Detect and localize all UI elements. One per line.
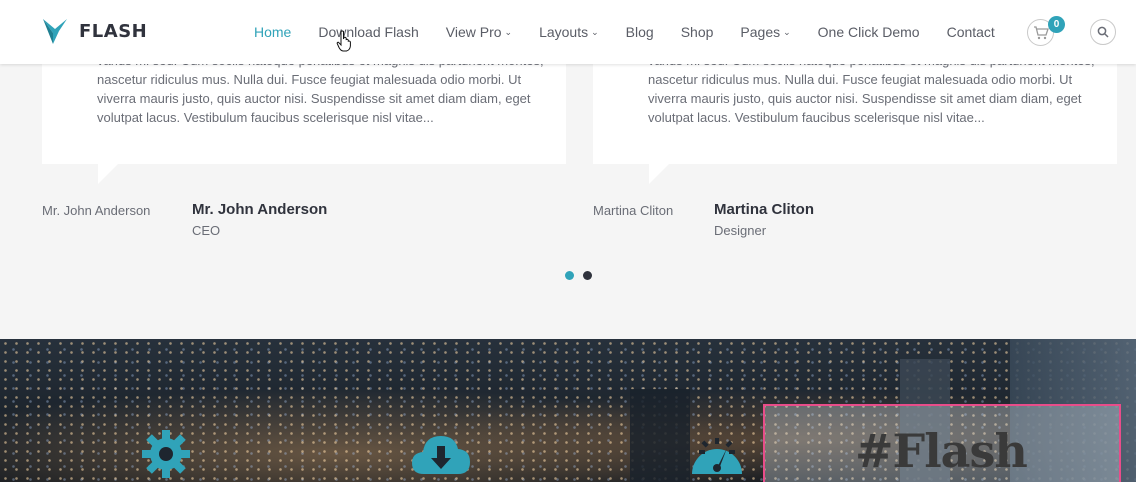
bird-logo-icon: [43, 19, 67, 44]
author-role: Designer: [714, 223, 767, 238]
author-avatar: Martina Cliton: [593, 203, 674, 218]
nav-item-label: Download Flash: [318, 24, 419, 40]
nav-item-blog[interactable]: Blog: [626, 24, 654, 40]
site-logo-text: FLASH: [79, 20, 148, 42]
nav-item-label: Pages: [740, 24, 781, 40]
speech-pointer: [98, 164, 118, 184]
hand-cursor-icon: [336, 30, 351, 52]
nav-item-layouts[interactable]: Layouts ⌄: [539, 24, 599, 40]
nav-item-download-flash[interactable]: Download Flash: [318, 24, 418, 40]
nav-item-label: Contact: [946, 24, 995, 40]
carousel-dot-2[interactable]: [583, 271, 592, 280]
cloud-download-icon: [412, 436, 470, 474]
nav-item-home[interactable]: Home: [254, 24, 291, 40]
speech-pointer: [649, 164, 669, 184]
author-name: Martina Cliton: [714, 201, 814, 218]
nav-item-label: Blog: [625, 24, 654, 40]
author-avatar: Mr. John Anderson: [42, 203, 151, 218]
author-name: Mr. John Anderson: [192, 201, 328, 218]
nav-item-shop[interactable]: Shop: [681, 24, 714, 40]
search-button[interactable]: [1090, 19, 1116, 45]
carousel-dots: [565, 271, 601, 280]
nav-item-label: View Pro: [445, 24, 502, 40]
cart-icon: [1033, 25, 1049, 39]
site-header: FLASH Home Download Flash View Pro ⌄ Layo…: [0, 0, 1136, 64]
carousel-dot-1[interactable]: [565, 271, 574, 280]
nav-item-label: Home: [254, 24, 292, 40]
chevron-down-icon: ⌄: [591, 26, 599, 37]
speedometer-icon: [692, 438, 742, 474]
nav-item-one-click-demo[interactable]: One Click Demo: [818, 24, 920, 40]
nav-item-label: One Click Demo: [817, 24, 920, 40]
chevron-down-icon: ⌄: [504, 26, 513, 37]
main-nav: Home Download Flash View Pro ⌄ Layouts ⌄ B…: [254, 0, 1022, 64]
nav-item-label: Shop: [680, 24, 714, 40]
site-logo[interactable]: FLASH: [41, 17, 147, 45]
chevron-down-icon: ⌄: [783, 26, 791, 37]
skyscraper: [630, 389, 690, 482]
testimonial-author: Martina Cliton Martina Cliton Designer: [593, 201, 814, 238]
search-icon: [1097, 26, 1109, 38]
nav-item-contact[interactable]: Contact: [947, 24, 995, 40]
nav-item-label: Layouts: [539, 24, 589, 40]
author-role: CEO: [192, 223, 221, 238]
flash-hashtag-overlay: #Flash: [855, 424, 1028, 478]
cart-count-badge: 0: [1048, 16, 1065, 33]
author-meta: Mr. John Anderson CEO: [192, 201, 327, 238]
testimonial-author: Mr. John Anderson Mr. John Anderson CEO: [42, 201, 327, 238]
nav-item-view-pro[interactable]: View Pro ⌄: [446, 24, 512, 40]
author-meta: Martina Cliton Designer: [714, 201, 814, 238]
nav-item-pages[interactable]: Pages ⌄: [740, 24, 790, 40]
gear-icon: [142, 430, 190, 478]
